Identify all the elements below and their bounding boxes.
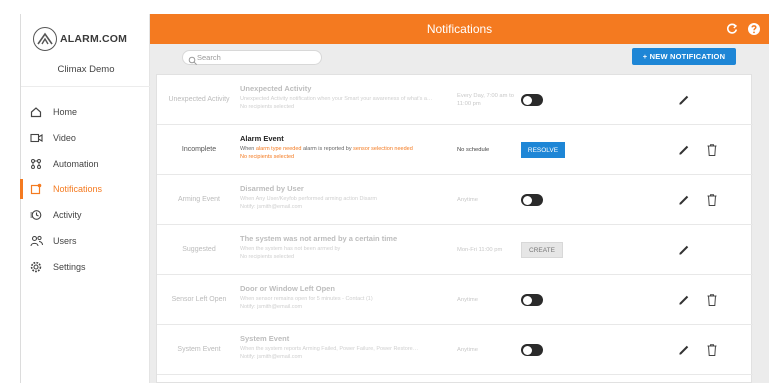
delete-trash-icon[interactable]: [706, 343, 718, 357]
row-info: Alarm Event When alarm type needed alarm…: [240, 134, 455, 161]
row-title: Unexpected Activity: [240, 84, 312, 93]
sidebar-item-settings[interactable]: Settings: [21, 256, 151, 278]
delete-trash-icon[interactable]: [706, 193, 718, 207]
row-title: The system was not armed by a certain ti…: [240, 234, 398, 243]
edit-pencil-icon[interactable]: [677, 93, 691, 107]
divider: [21, 86, 151, 87]
sidebar-item-label: Automation: [53, 159, 99, 169]
sidebar-item-video[interactable]: Video: [21, 127, 151, 149]
row-description: When sensor remains open for 5 minutes -…: [240, 296, 373, 302]
row-schedule: Every Day, 7:00 am to 11:00 pm: [457, 93, 514, 107]
desc-text: When: [240, 146, 256, 152]
settings-gear-icon: [29, 260, 43, 274]
row-status: System Event: [177, 346, 221, 353]
search-input[interactable]: [183, 51, 321, 64]
sidebar-item-notifications[interactable]: Notifications: [20, 178, 151, 200]
edit-pencil-icon[interactable]: [677, 143, 691, 157]
sidebar-item-label: Notifications: [53, 184, 103, 194]
row-description: When alarm type needed alarm is reported…: [240, 145, 455, 153]
sidebar-item-activity[interactable]: Activity: [21, 204, 151, 226]
table-row[interactable]: Suggested The system was not armed by a …: [157, 225, 753, 275]
table-row[interactable]: Arming Event Disarmed by User When Any U…: [157, 175, 753, 225]
sidebar-item-users[interactable]: Users: [21, 230, 151, 252]
row-status: Incomplete: [181, 146, 217, 153]
alarm-logo-icon: [33, 27, 57, 51]
row-recipients: No recipients selected: [240, 104, 295, 110]
edit-pencil-icon[interactable]: [677, 243, 691, 257]
row-status: Suggested: [182, 246, 216, 253]
enable-toggle[interactable]: [521, 344, 543, 356]
row-recipients: No recipients selected: [240, 153, 455, 161]
help-icon[interactable]: [747, 22, 761, 36]
delete-trash-icon[interactable]: [706, 143, 718, 157]
home-icon: [29, 105, 43, 119]
create-button[interactable]: CREATE: [521, 242, 563, 258]
row-recipients: No recipients selected: [240, 254, 295, 260]
desc-missing-alarm-type[interactable]: alarm type needed: [256, 146, 302, 152]
account-name: Climax Demo: [57, 64, 115, 75]
sidebar-item-label: Activity: [53, 210, 82, 220]
sidebar-item-label: Users: [53, 236, 77, 246]
desc-missing-recipients[interactable]: No recipients selected: [240, 154, 294, 160]
desc-text: alarm is reported by: [301, 146, 354, 152]
top-header: Notifications: [150, 14, 769, 44]
row-recipients: Notify: jsmith@email.com: [240, 354, 303, 360]
sidebar-item-label: Video: [53, 133, 76, 143]
table-row[interactable]: Unexpected Activity Unexpected Activity …: [157, 75, 753, 125]
table-row[interactable]: System Event System Event When the syste…: [157, 325, 753, 375]
sidebar-item-label: Home: [53, 107, 78, 117]
row-description: Unexpected Activity notification when yo…: [240, 96, 433, 102]
row-recipients: Notify: jsmith@email.com: [240, 304, 303, 310]
users-icon: [29, 234, 43, 248]
row-schedule: Anytime: [457, 347, 478, 353]
row-schedule: Anytime: [457, 197, 478, 203]
refresh-icon[interactable]: [725, 22, 739, 36]
notifications-table: Unexpected Activity Unexpected Activity …: [156, 74, 753, 383]
sidebar-item-home[interactable]: Home: [21, 101, 151, 123]
row-info: Disarmed by User When Any User/Keyfob pe…: [240, 184, 455, 211]
table-row[interactable]: Sensor Left Open Door or Window Left Ope…: [157, 275, 753, 325]
row-schedule: Anytime: [457, 297, 478, 303]
sidebar: ALARM.COM Climax Demo Home Video Automat…: [20, 14, 151, 383]
row-schedule: No schedule: [457, 147, 490, 153]
row-recipients: Notify: jsmith@email.com: [240, 204, 303, 210]
edit-pencil-icon[interactable]: [677, 343, 691, 357]
automation-icon: [29, 157, 43, 171]
sidebar-item-label: Settings: [53, 262, 86, 272]
activity-icon: [29, 208, 43, 222]
enable-toggle[interactable]: [521, 194, 543, 206]
row-title: Alarm Event: [240, 134, 284, 143]
desc-missing-sensor[interactable]: sensor selection needed: [353, 146, 413, 152]
row-status: Unexpected Activity: [168, 96, 230, 103]
brand-name: ALARM.COM: [60, 33, 128, 45]
edit-pencil-icon[interactable]: [677, 293, 691, 307]
row-title: System Event: [240, 334, 290, 343]
page-title: Notifications: [426, 22, 493, 36]
resolve-button[interactable]: RESOLVE: [521, 142, 565, 158]
brand-logo[interactable]: ALARM.COM: [33, 26, 141, 52]
row-info: Unexpected Activity Unexpected Activity …: [240, 84, 455, 111]
row-info: Door or Window Left Open When sensor rem…: [240, 284, 455, 311]
video-camera-icon: [29, 131, 43, 145]
row-schedule: Mon-Fri 11:00 pm: [457, 247, 503, 253]
row-title: Door or Window Left Open: [240, 284, 335, 293]
row-status: Sensor Left Open: [171, 296, 227, 303]
row-info: System Event When the system reports Arm…: [240, 334, 455, 361]
app-window: ALARM.COM Climax Demo Home Video Automat…: [0, 0, 769, 383]
sidebar-item-automation[interactable]: Automation: [21, 153, 151, 175]
enable-toggle[interactable]: [521, 94, 543, 106]
new-notification-button[interactable]: + NEW NOTIFICATION: [632, 48, 736, 65]
table-row[interactable]: Incomplete Alarm Event When alarm type n…: [157, 125, 753, 175]
row-description: When the system has not been armed by: [240, 246, 341, 252]
row-title: Disarmed by User: [240, 184, 304, 193]
row-status: Arming Event: [177, 196, 221, 203]
row-description: When the system reports Arming Failed, P…: [240, 346, 419, 352]
search-box: [182, 50, 322, 65]
row-info: The system was not armed by a certain ti…: [240, 234, 455, 261]
notifications-icon: [29, 182, 43, 196]
row-description: When Any User/Keyfob performed arming ac…: [240, 196, 377, 202]
delete-trash-icon[interactable]: [706, 293, 718, 307]
edit-pencil-icon[interactable]: [677, 193, 691, 207]
enable-toggle[interactable]: [521, 294, 543, 306]
